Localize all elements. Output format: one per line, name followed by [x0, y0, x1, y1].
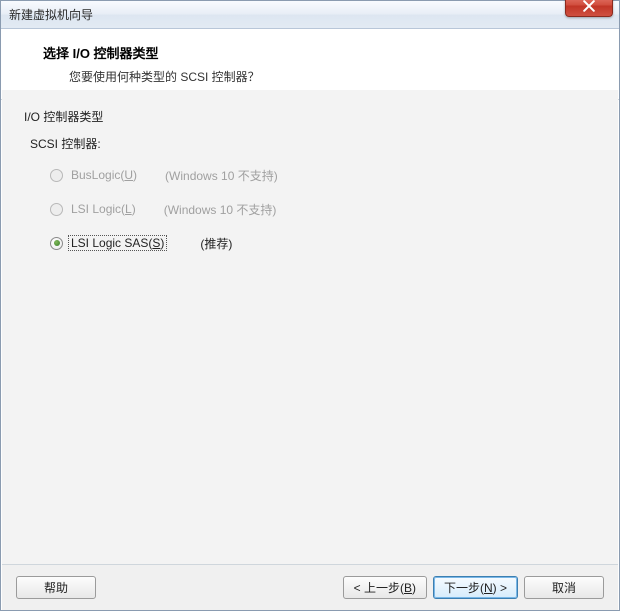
next-button[interactable]: 下一步(N) >	[433, 576, 518, 599]
window-title: 新建虚拟机向导	[9, 6, 93, 23]
wizard-window: 新建虚拟机向导 选择 I/O 控制器类型 您要使用何种类型的 SCSI 控制器？…	[0, 0, 620, 611]
option-buslogic: BusLogic(U) (Windows 10 不支持)	[50, 166, 596, 184]
header-subtitle: 您要使用何种类型的 SCSI 控制器？	[69, 68, 597, 85]
option-buslogic-note: (Windows 10 不支持)	[165, 167, 278, 184]
back-button[interactable]: < 上一步(B)	[343, 576, 427, 599]
option-lsilogic: LSI Logic(L) (Windows 10 不支持)	[50, 200, 596, 218]
close-button[interactable]	[565, 0, 613, 17]
option-lsisas-note: (推荐)	[200, 235, 232, 252]
option-lsilogic-note: (Windows 10 不支持)	[164, 201, 277, 218]
title-bar: 新建虚拟机向导	[1, 1, 619, 29]
option-lsilogic-label: LSI Logic(L)	[69, 202, 138, 216]
radio-lsilogic	[50, 203, 63, 216]
scsi-controller-label: SCSI 控制器:	[30, 135, 596, 152]
scsi-options: BusLogic(U) (Windows 10 不支持) LSI Logic(L…	[50, 166, 596, 252]
header-title: 选择 I/O 控制器类型	[43, 43, 597, 62]
option-lsisas[interactable]: LSI Logic SAS(S) (推荐)	[50, 234, 596, 252]
radio-lsisas[interactable]	[50, 237, 63, 250]
io-controller-type-label: I/O 控制器类型	[24, 108, 596, 125]
radio-buslogic	[50, 169, 63, 182]
option-buslogic-label: BusLogic(U)	[69, 168, 139, 182]
close-icon	[583, 0, 595, 12]
cancel-button[interactable]: 取消	[524, 576, 604, 599]
wizard-body: I/O 控制器类型 SCSI 控制器: BusLogic(U) (Windows…	[2, 89, 618, 564]
help-button[interactable]: 帮助	[16, 576, 96, 599]
option-lsisas-label: LSI Logic SAS(S)	[69, 236, 166, 250]
